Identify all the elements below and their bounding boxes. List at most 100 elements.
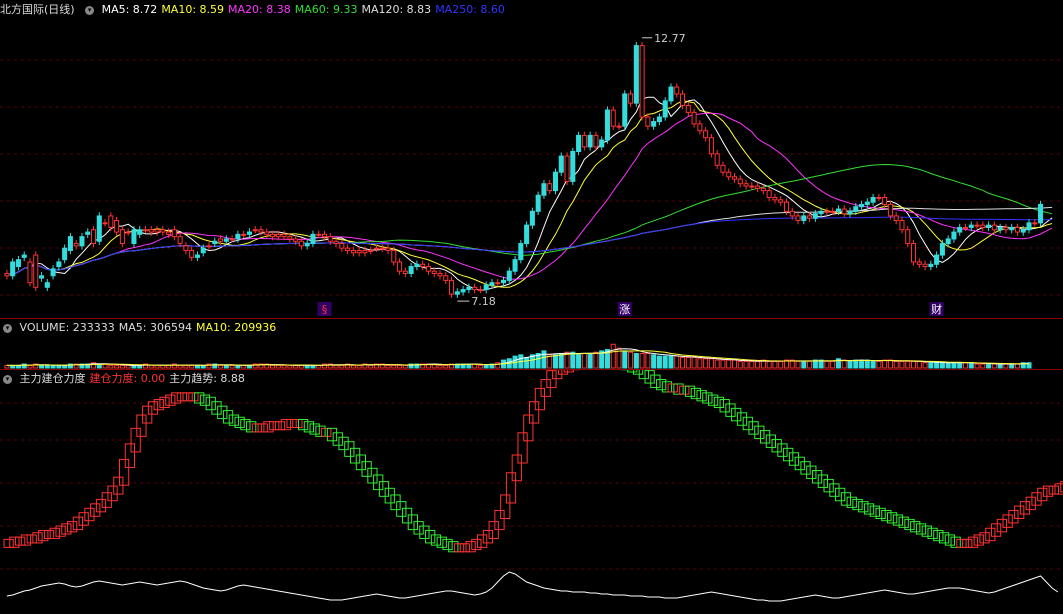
- candle-body: [408, 266, 414, 274]
- volume-bar: [524, 356, 530, 369]
- candle-body: [137, 229, 143, 235]
- trend-box: [26, 534, 37, 544]
- trend-box: [194, 392, 205, 404]
- candle-body: [818, 210, 824, 215]
- volume-bar: [910, 360, 917, 369]
- candle-body: [986, 224, 992, 228]
- volume-bar: [114, 364, 120, 369]
- trend-box: [280, 418, 291, 431]
- volume-bar: [714, 359, 720, 369]
- trend-box: [101, 492, 112, 508]
- trend-box: [147, 401, 159, 415]
- trend-box: [1025, 496, 1036, 511]
- volume-bar: [633, 353, 639, 369]
- trend-box: [228, 414, 239, 426]
- candle-body: [604, 109, 610, 141]
- candle-body: [96, 215, 102, 242]
- volume-bar: [281, 364, 287, 369]
- candle-body: [934, 254, 940, 265]
- candle-body: [1003, 226, 1009, 231]
- candle-body: [535, 194, 541, 212]
- candle-body: [4, 272, 10, 277]
- candle-body: [697, 123, 703, 132]
- volume-legend-item-0: VOLUME: 233333: [19, 321, 115, 334]
- candle-body: [980, 224, 986, 228]
- marker-label: 财: [931, 302, 942, 316]
- candle-body: [685, 104, 691, 113]
- candle-body: [373, 247, 379, 250]
- volume-bar: [651, 354, 657, 369]
- volume-bar: [437, 364, 443, 369]
- trend-box: [199, 394, 211, 406]
- trend-box: [985, 527, 996, 542]
- candle-body: [454, 291, 460, 295]
- volume-bar: [270, 364, 276, 369]
- trend-box: [511, 454, 522, 482]
- volume-bar: [385, 364, 391, 369]
- ma-legend-item-3: MA60: 9.33: [294, 3, 358, 16]
- candle-body: [449, 279, 455, 295]
- candle-body: [310, 233, 316, 245]
- candle-body: [350, 249, 356, 254]
- volume-bar: [928, 362, 934, 369]
- volume-bar: [194, 364, 200, 369]
- indicator-legend-item-1: 建仓力度: 0.00: [89, 372, 166, 385]
- trend-box: [494, 510, 505, 531]
- stock-title: 北方国际(日线): [0, 3, 75, 16]
- trend-box: [962, 538, 973, 548]
- candle-body: [593, 134, 599, 148]
- candle-body: [859, 203, 865, 208]
- trend-box: [684, 385, 696, 397]
- trend-box: [1048, 485, 1059, 495]
- candle-body: [67, 236, 73, 251]
- candle-body: [783, 201, 789, 212]
- volume-bar: [876, 360, 882, 369]
- candle-body: [90, 229, 97, 245]
- candle-body: [189, 249, 195, 258]
- trend-box: [315, 425, 326, 437]
- volume-bar: [766, 360, 772, 369]
- trend-box: [482, 529, 494, 544]
- trend-box: [257, 423, 268, 433]
- volume-bar: [934, 362, 940, 369]
- volume-bar: [443, 364, 449, 369]
- candle-body: [628, 93, 634, 104]
- volume-bar: [997, 363, 1003, 369]
- trend-box: [1042, 485, 1054, 497]
- volume-bar: [235, 364, 241, 369]
- trend-box: [858, 501, 869, 513]
- toggle-icon[interactable]: ▾: [85, 5, 95, 15]
- candle-body: [824, 210, 830, 213]
- trend-box: [55, 525, 66, 537]
- candle-body: [841, 208, 847, 215]
- toggle-icon[interactable]: ▾: [3, 323, 12, 333]
- candle-body: [547, 183, 553, 192]
- ma20-line: [6, 112, 1053, 280]
- indicator-legend-items: 主力建仓力度 建仓力度: 0.00 主力趋势: 8.88: [20, 372, 249, 385]
- candle-body: [477, 289, 483, 292]
- candle-body: [599, 139, 605, 148]
- volume-bar: [743, 360, 749, 369]
- candle-body: [899, 220, 905, 231]
- trend-box: [725, 403, 736, 417]
- volume-bar: [287, 364, 293, 369]
- trend-box: [661, 381, 673, 393]
- volume-bar: [882, 359, 888, 369]
- toggle-icon[interactable]: ▾: [3, 374, 12, 384]
- candle-body: [997, 226, 1003, 231]
- candle-body: [789, 210, 795, 217]
- indicator-pane: ▾ 主力建仓力度 建仓力度: 0.00 主力趋势: 8.88: [0, 370, 1063, 614]
- candle-body: [737, 178, 743, 185]
- trend-box: [61, 523, 72, 535]
- candle-body: [194, 254, 200, 258]
- candle-body: [651, 121, 657, 127]
- volume-bar: [680, 356, 686, 369]
- trend-box: [783, 447, 794, 462]
- volume-bar: [223, 364, 229, 369]
- trend-box: [43, 529, 55, 539]
- candle-body: [362, 249, 368, 254]
- candle-body: [529, 210, 535, 226]
- candle-body: [160, 229, 166, 233]
- trend-box: [517, 432, 528, 464]
- trend-box: [679, 385, 690, 395]
